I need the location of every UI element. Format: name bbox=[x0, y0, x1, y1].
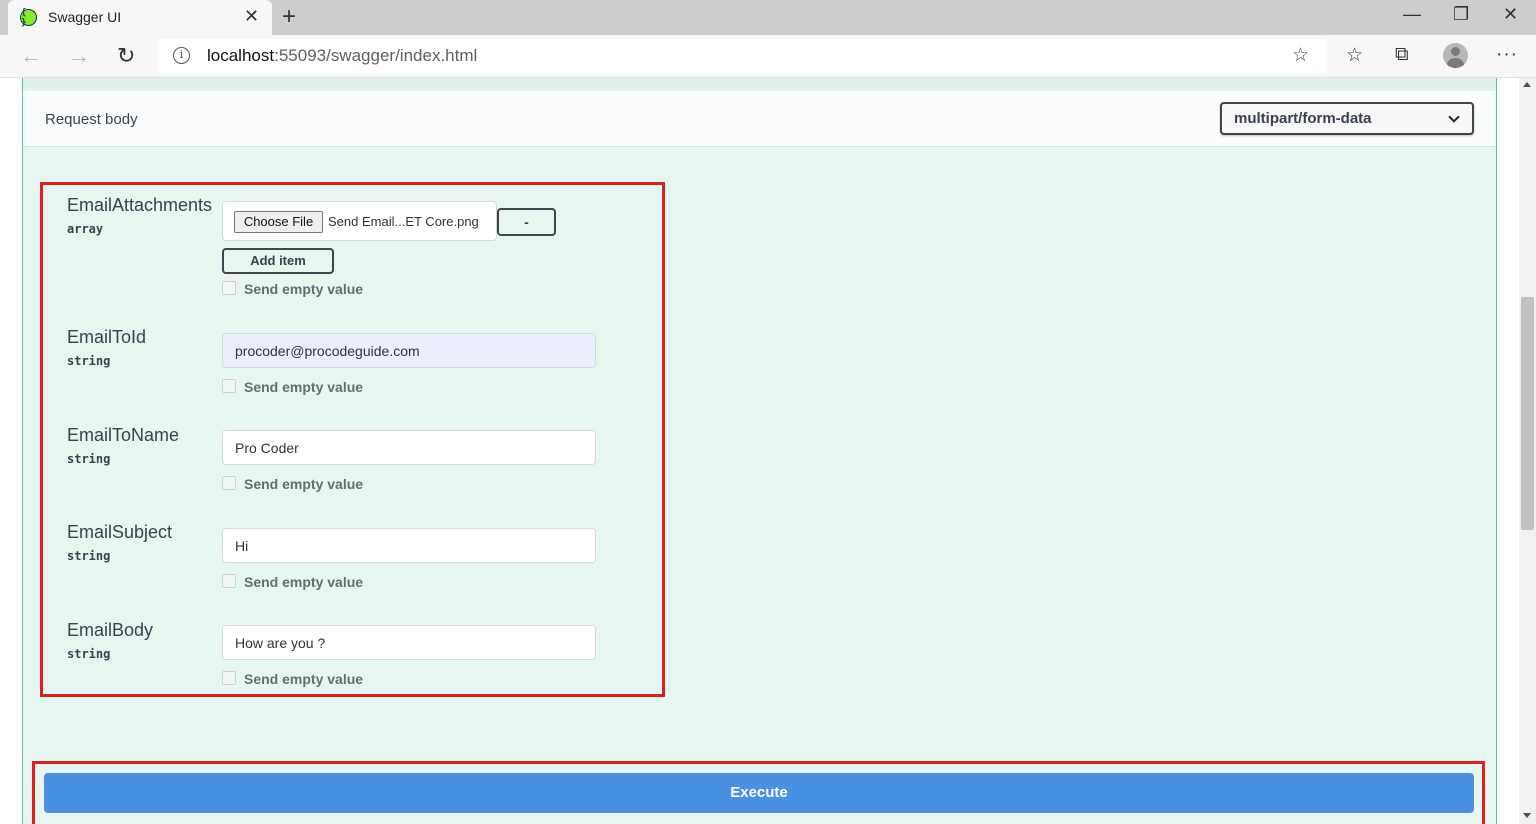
url-path: :55093/swagger/index.html bbox=[274, 46, 478, 65]
favorites-icon[interactable]: ☆ bbox=[1346, 44, 1363, 67]
param-type-email-to-id: string bbox=[67, 354, 111, 368]
file-input[interactable]: Choose File Send Email...ET Core.png bbox=[222, 201, 497, 241]
email-to-id-input[interactable]: procoder@procodeguide.com bbox=[222, 333, 596, 368]
add-item-button[interactable]: Add item bbox=[222, 248, 334, 274]
url-text[interactable]: localhost:55093/swagger/index.html bbox=[207, 46, 477, 66]
request-body-title: Request body bbox=[45, 111, 138, 128]
send-empty-label: Send empty value bbox=[244, 379, 364, 395]
send-empty-label: Send empty value bbox=[244, 281, 364, 297]
send-empty-label: Send empty value bbox=[244, 574, 364, 590]
content-type-value: multipart/form-data bbox=[1234, 110, 1372, 127]
close-tab-icon[interactable]: ✕ bbox=[244, 6, 259, 27]
address-bar[interactable]: i localhost:55093/swagger/index.html ☆ bbox=[158, 39, 1326, 73]
param-name-email-to-name: EmailToName bbox=[67, 425, 180, 445]
param-name-email-body: EmailBody bbox=[67, 620, 154, 640]
selected-file-name: Send Email...ET Core.png bbox=[328, 214, 479, 229]
send-empty-label: Send empty value bbox=[244, 476, 364, 492]
send-empty-checkbox[interactable] bbox=[222, 281, 236, 295]
param-type-email-attachments: array bbox=[67, 222, 104, 236]
execute-button[interactable]: Execute bbox=[44, 773, 1474, 813]
send-empty-label: Send empty value bbox=[244, 671, 364, 687]
email-body-input[interactable]: How are you ? bbox=[222, 625, 596, 660]
restore-icon[interactable]: ❐ bbox=[1453, 4, 1469, 25]
content-type-select[interactable]: multipart/form-data bbox=[1220, 102, 1474, 135]
send-empty-checkbox[interactable] bbox=[222, 671, 236, 685]
param-type-email-body: string bbox=[67, 647, 111, 661]
param-type-email-subject: string bbox=[67, 549, 111, 563]
email-subject-input[interactable]: Hi bbox=[222, 528, 596, 563]
param-name-email-to-id: EmailToId bbox=[67, 327, 147, 347]
minimize-icon[interactable]: — bbox=[1403, 4, 1421, 25]
tab-strip: { } Swagger UI ✕ + — ❐ ✕ bbox=[0, 0, 1536, 35]
swagger-favicon-icon: { } bbox=[20, 8, 37, 28]
scroll-down-arrow-icon[interactable] bbox=[1523, 813, 1531, 818]
tab-title: Swagger UI bbox=[48, 9, 122, 25]
chevron-down-icon bbox=[1448, 111, 1460, 123]
new-tab-icon[interactable]: + bbox=[282, 3, 296, 31]
browser-tab[interactable]: { } Swagger UI ✕ bbox=[8, 0, 272, 35]
param-name-email-attachments: EmailAttachments bbox=[67, 195, 213, 215]
collections-icon[interactable]: ⧉ bbox=[1395, 44, 1409, 66]
info-icon[interactable]: i bbox=[173, 47, 190, 64]
send-empty-checkbox[interactable] bbox=[222, 476, 236, 490]
remove-item-button[interactable]: - bbox=[497, 208, 556, 236]
page-scrollbar[interactable] bbox=[1519, 78, 1536, 824]
browser-toolbar: ← → ↻ i localhost:55093/swagger/index.ht… bbox=[0, 35, 1536, 78]
email-to-name-input[interactable]: Pro Coder bbox=[222, 430, 596, 465]
window-close-icon[interactable]: ✕ bbox=[1503, 4, 1518, 25]
request-body-header: Request body multipart/form-data bbox=[23, 91, 1496, 147]
back-arrow-icon[interactable]: ← bbox=[20, 43, 42, 69]
scrollbar-thumb[interactable] bbox=[1521, 297, 1534, 530]
scroll-up-arrow-icon[interactable] bbox=[1523, 82, 1531, 87]
operation-block-strip bbox=[23, 78, 1496, 91]
send-empty-checkbox[interactable] bbox=[222, 379, 236, 393]
forward-arrow-icon[interactable]: → bbox=[68, 43, 90, 69]
url-host: localhost bbox=[207, 46, 275, 65]
param-name-email-subject: EmailSubject bbox=[67, 522, 173, 542]
add-favorite-icon[interactable]: ☆ bbox=[1292, 44, 1309, 67]
refresh-icon[interactable]: ↻ bbox=[117, 43, 135, 69]
more-icon[interactable]: ··· bbox=[1496, 44, 1518, 66]
send-empty-checkbox[interactable] bbox=[222, 574, 236, 588]
param-type-email-to-name: string bbox=[67, 452, 111, 466]
swagger-page: Request body multipart/form-data EmailAt… bbox=[0, 78, 1519, 824]
profile-avatar[interactable] bbox=[1443, 43, 1468, 68]
choose-file-button[interactable]: Choose File bbox=[234, 211, 323, 233]
